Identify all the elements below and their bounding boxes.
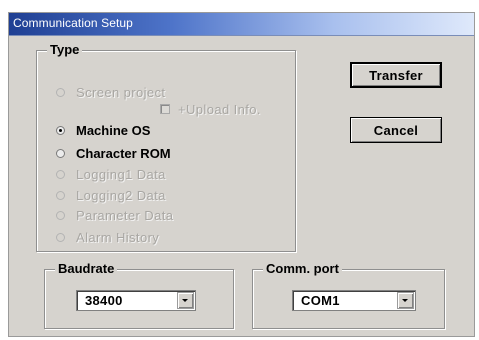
radio-label-alarm-history: Alarm History: [76, 229, 160, 245]
radio-label-screen-project: Screen project: [76, 84, 166, 100]
radio-label-logging1-data: Logging1 Data: [76, 166, 166, 182]
comm-port-select[interactable]: COM1: [292, 290, 416, 311]
radio-logging1-data[interactable]: Logging1 Data: [56, 166, 166, 182]
radio-label-parameter-data: Parameter Data: [76, 207, 174, 223]
chevron-down-icon[interactable]: [397, 292, 414, 309]
radio-button-checked-icon: [56, 125, 65, 135]
baudrate-select[interactable]: 38400: [76, 290, 196, 311]
radio-label-logging2-data: Logging2 Data: [76, 187, 166, 203]
type-group-label: Type: [47, 42, 83, 57]
upload-info-label: +Upload Info.: [178, 101, 261, 117]
radio-label-character-rom: Character ROM: [76, 145, 171, 161]
comm-port-value: COM1: [301, 293, 340, 308]
radio-button-icon: [56, 190, 65, 200]
radio-alarm-history[interactable]: Alarm History: [56, 229, 159, 245]
radio-parameter-data[interactable]: Parameter Data: [56, 207, 173, 223]
radio-logging2-data[interactable]: Logging2 Data: [56, 187, 166, 203]
comm-port-label: Comm. port: [263, 261, 342, 276]
chevron-down-icon[interactable]: [177, 292, 194, 309]
checkbox-icon: [160, 104, 170, 114]
cancel-button[interactable]: Cancel: [350, 117, 442, 143]
radio-machine-os[interactable]: Machine OS: [56, 122, 150, 138]
title-bar[interactable]: Communication Setup: [9, 13, 474, 36]
radio-button-icon: [56, 232, 65, 242]
baudrate-value: 38400: [85, 293, 123, 308]
radio-screen-project[interactable]: Screen project: [56, 84, 165, 100]
baudrate-label: Baudrate: [55, 261, 118, 276]
radio-label-machine-os: Machine OS: [76, 122, 151, 138]
radio-button-icon: [56, 169, 65, 179]
transfer-button[interactable]: Transfer: [350, 62, 442, 88]
radio-button-icon: [56, 87, 65, 97]
radio-button-icon: [56, 210, 65, 220]
radio-character-rom[interactable]: Character ROM: [56, 145, 171, 161]
upload-info-checkbox[interactable]: +Upload Info.: [160, 101, 261, 117]
radio-button-icon: [56, 148, 65, 158]
window-title: Communication Setup: [13, 16, 133, 30]
